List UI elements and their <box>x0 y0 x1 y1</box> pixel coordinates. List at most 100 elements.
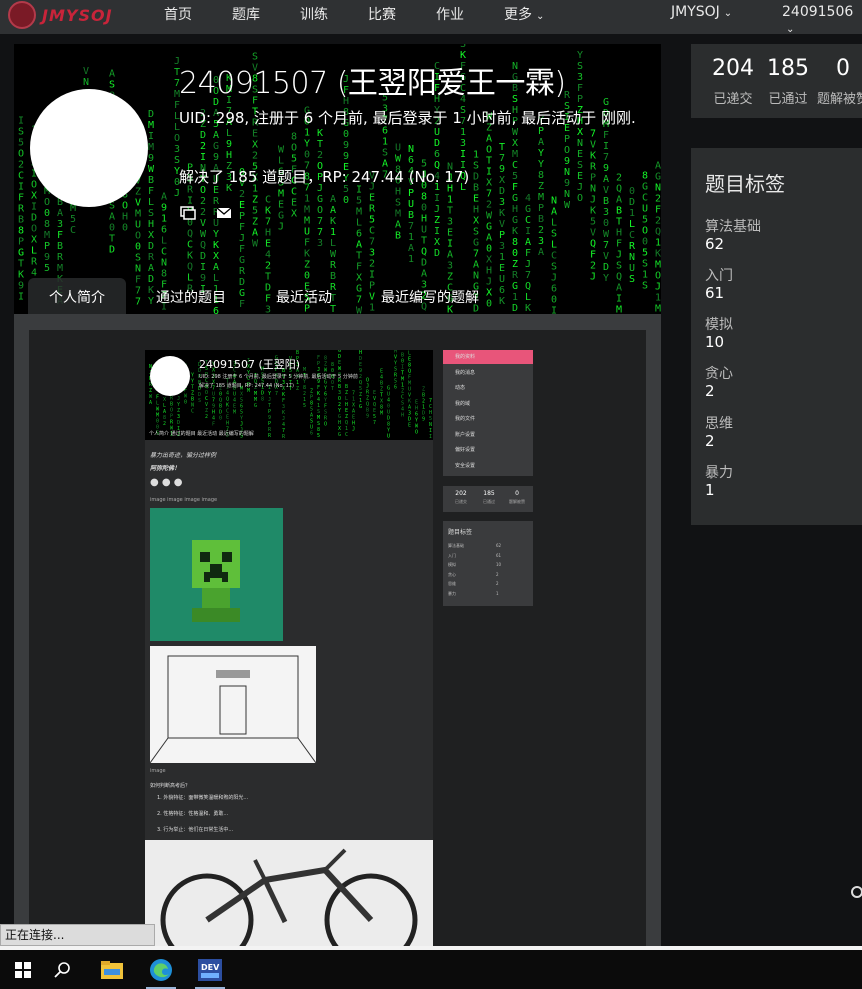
svg-text:5: 5 <box>303 403 306 409</box>
svg-text:4: 4 <box>525 193 531 204</box>
message-icon[interactable] <box>180 206 196 220</box>
svg-text:G: G <box>642 182 648 193</box>
tag-name[interactable]: 算法基础 <box>705 216 761 236</box>
svg-text:I: I <box>369 270 375 281</box>
svg-text:K: K <box>265 205 271 216</box>
user-menu[interactable]: 24091506 ⌄ <box>782 4 862 36</box>
embedded-side-tag-row: 算法基础 62 <box>448 543 528 549</box>
svg-text:K: K <box>590 150 596 161</box>
svg-text:9: 9 <box>343 151 349 162</box>
tag-name[interactable]: 思维 <box>705 413 733 433</box>
svg-text:M: M <box>304 205 310 216</box>
svg-text:C: C <box>629 230 635 241</box>
stats-panel: 204 已递交 185 已通过 0 题解被赞 <box>691 44 862 118</box>
svg-text:A: A <box>616 194 622 205</box>
chevron-down-icon: ⌄ <box>536 11 545 22</box>
svg-text:1: 1 <box>473 150 479 161</box>
svg-text:7: 7 <box>603 152 609 163</box>
svg-text:9: 9 <box>564 156 570 167</box>
svg-text:B: B <box>148 175 154 186</box>
avatar[interactable] <box>30 89 148 207</box>
svg-text:B: B <box>603 196 609 207</box>
devcpp-icon[interactable]: DEV <box>187 950 233 989</box>
nav-contest[interactable]: 比赛 <box>368 4 396 24</box>
svg-text:E: E <box>265 238 271 249</box>
svg-text:P: P <box>44 241 50 252</box>
svg-text:A: A <box>538 137 544 148</box>
logo-text: JMYSOJ <box>42 5 113 25</box>
edge-browser-icon[interactable] <box>138 950 184 989</box>
svg-text:3: 3 <box>369 248 375 259</box>
embedded-broken-images: image image image image <box>150 497 218 503</box>
svg-text:1: 1 <box>161 214 167 225</box>
svg-text:2: 2 <box>200 141 206 152</box>
nav-training[interactable]: 训练 <box>300 4 328 24</box>
svg-text:Y: Y <box>538 159 544 170</box>
tab-recent-activity[interactable]: 最近活动 <box>274 278 334 314</box>
svg-text:S: S <box>382 147 388 158</box>
svg-text:M: M <box>616 304 622 314</box>
svg-text:O: O <box>31 180 37 191</box>
svg-text:M: M <box>512 149 518 160</box>
svg-text:F: F <box>577 83 583 94</box>
svg-text:K: K <box>18 269 24 280</box>
tag-name[interactable]: 模拟 <box>705 314 733 334</box>
svg-text:J: J <box>352 427 355 433</box>
svg-text:D: D <box>109 244 115 255</box>
nav-more[interactable]: 更多 ⌄ <box>504 4 544 24</box>
svg-text:1: 1 <box>499 252 505 263</box>
svg-text:9: 9 <box>422 416 425 422</box>
nav-problems[interactable]: 题库 <box>232 4 260 24</box>
tab-profile[interactable]: 个人简介 <box>28 278 126 314</box>
tab-accepted-problems[interactable]: 通过的题目 <box>154 278 228 314</box>
svg-text:B: B <box>408 210 414 221</box>
svg-text:2: 2 <box>265 260 271 271</box>
svg-text:I: I <box>18 181 24 192</box>
mail-icon[interactable] <box>216 206 232 220</box>
svg-text:M: M <box>148 120 154 131</box>
svg-text:E: E <box>447 227 453 238</box>
svg-text:E: E <box>369 193 375 204</box>
embedded-side-stat: 202 已递交 <box>446 490 476 506</box>
browser-status-bar: 正在连接... <box>0 924 155 946</box>
site-logo[interactable]: JMYSOJ <box>8 0 113 30</box>
tag-name[interactable]: 贪心 <box>705 363 733 383</box>
svg-text:Y: Y <box>213 229 219 240</box>
svg-text:H: H <box>122 212 128 223</box>
svg-text:F: F <box>239 244 245 255</box>
svg-text:T: T <box>356 250 362 261</box>
svg-text:O: O <box>317 205 323 216</box>
svg-text:6: 6 <box>161 225 167 236</box>
svg-text:0: 0 <box>642 237 648 248</box>
embedded-broken-image: image <box>150 768 166 774</box>
search-icon[interactable] <box>40 950 86 989</box>
site-menu[interactable]: JMYSOJ ⌄ <box>671 4 732 20</box>
svg-text:1: 1 <box>447 194 453 205</box>
svg-text:J: J <box>278 221 284 232</box>
svg-text:X: X <box>486 178 492 189</box>
svg-text:8: 8 <box>44 219 50 230</box>
tag-name[interactable]: 入门 <box>705 265 733 285</box>
svg-text:5: 5 <box>642 215 648 226</box>
svg-text:D: D <box>473 172 479 183</box>
tab-recent-solutions[interactable]: 最近编写的题解 <box>380 278 480 314</box>
nav-homework[interactable]: 作业 <box>436 4 464 24</box>
svg-text:S: S <box>18 126 24 137</box>
nav-home[interactable]: 首页 <box>164 4 192 24</box>
svg-text:2: 2 <box>538 225 544 236</box>
tag-name[interactable]: 暴力 <box>705 462 733 482</box>
svg-text:1: 1 <box>304 194 310 205</box>
svg-text:B: B <box>18 214 24 225</box>
svg-text:D: D <box>512 303 518 314</box>
svg-text:X: X <box>486 255 492 266</box>
file-explorer-icon[interactable] <box>89 950 135 989</box>
svg-text:7: 7 <box>408 221 414 232</box>
svg-text:H: H <box>421 213 427 224</box>
svg-text:W: W <box>603 229 610 240</box>
svg-text:J: J <box>655 282 661 293</box>
svg-text:E: E <box>291 198 297 209</box>
svg-text:P: P <box>564 134 570 145</box>
embedded-side-menu-item: 动态 <box>455 385 466 391</box>
embedded-side-tag-count: 61 <box>496 552 502 558</box>
svg-text:7: 7 <box>275 391 278 397</box>
